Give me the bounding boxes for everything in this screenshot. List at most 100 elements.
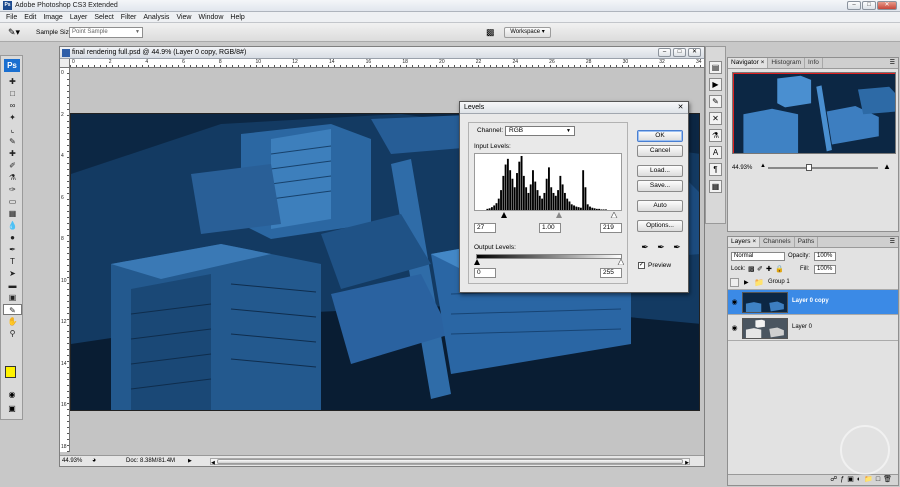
status-info-icon[interactable]: ◕ — [92, 457, 96, 464]
menu-window[interactable]: Window — [198, 14, 223, 21]
document-size[interactable]: Doc: 8.38M/81.4M — [126, 457, 175, 466]
shape-tool-icon[interactable]: ▬ — [3, 280, 22, 291]
pen-tool-icon[interactable]: ✒ — [3, 244, 22, 255]
brushes-panel-icon[interactable]: ✕ — [709, 112, 722, 125]
panel-menu-icon[interactable]: ☰ — [890, 59, 895, 66]
lock-image-icon[interactable]: ✐ — [757, 265, 763, 273]
blend-mode-select[interactable]: Normal — [731, 252, 785, 261]
output-white-handle[interactable] — [617, 259, 624, 265]
horizontal-scroll-thumb[interactable] — [217, 459, 683, 464]
horizontal-scrollbar[interactable]: ◀ ▶ — [210, 458, 690, 466]
type-tool-icon[interactable]: T — [3, 256, 22, 267]
input-gamma-handle[interactable] — [556, 212, 562, 218]
move-tool-icon[interactable]: ✚ — [3, 76, 22, 87]
doc-close-button[interactable]: ✕ — [688, 48, 701, 57]
tool-presets-icon[interactable]: ✎ — [709, 95, 722, 108]
layers-panel-menu-icon[interactable]: ☰ — [890, 238, 895, 245]
tab-info[interactable]: Info — [805, 58, 823, 68]
output-white-field[interactable]: 255 — [600, 268, 622, 278]
lock-transparent-icon[interactable]: ▩ — [748, 265, 755, 273]
actions-panel-icon[interactable]: ▶ — [709, 78, 722, 91]
navigator-preview[interactable] — [732, 72, 896, 154]
menu-image[interactable]: Image — [43, 14, 62, 21]
input-white-handle[interactable] — [610, 212, 618, 218]
lock-position-icon[interactable]: ✚ — [766, 265, 772, 273]
layer-row-group[interactable]: ▶ 📁 Group 1 — [728, 276, 898, 290]
maximize-button[interactable]: □ — [862, 1, 876, 10]
new-group-icon[interactable]: 📁 — [864, 475, 873, 485]
path-selection-tool-icon[interactable]: ➤ — [3, 268, 22, 279]
brush-tool-icon[interactable]: ✐ — [3, 160, 22, 171]
doc-maximize-button[interactable]: □ — [673, 48, 686, 57]
horizontal-ruler[interactable]: 0 2 4 6 8 10 12 14 16 18 20 22 24 26 28 30 32 34 — [70, 59, 704, 68]
crop-tool-icon[interactable]: ⌞ — [3, 124, 22, 135]
navigator-view-box[interactable] — [733, 73, 895, 153]
adjustment-layer-icon[interactable]: ◐ — [857, 475, 861, 485]
menu-help[interactable]: Help — [230, 14, 244, 21]
tab-layers[interactable]: Layers × — [728, 237, 761, 247]
delete-layer-icon[interactable]: 🗑 — [883, 475, 892, 485]
hand-tool-icon[interactable]: ✋ — [3, 316, 22, 327]
screen-mode-icon[interactable]: ▣ — [5, 404, 19, 414]
layer-row[interactable]: ◉ Layer 0 — [728, 316, 898, 341]
marquee-tool-icon[interactable]: □ — [3, 88, 22, 99]
menu-edit[interactable]: Edit — [24, 14, 36, 21]
layer-comps-icon[interactable]: ▦ — [709, 180, 722, 193]
eye-icon[interactable]: ◉ — [730, 298, 739, 307]
tab-paths[interactable]: Paths — [795, 237, 819, 247]
lasso-tool-icon[interactable]: ∞ — [3, 100, 22, 111]
menu-select[interactable]: Select — [94, 14, 113, 21]
history-panel-icon[interactable]: ▤ — [709, 61, 722, 74]
channel-select[interactable]: RGB ▼ — [505, 126, 575, 136]
doc-minimize-button[interactable]: – — [658, 48, 671, 57]
output-black-handle[interactable] — [474, 259, 480, 265]
zoom-tool-icon[interactable]: ⚲ — [3, 328, 22, 339]
save-button[interactable]: Save... — [637, 180, 683, 192]
auto-button[interactable]: Auto — [637, 200, 683, 212]
layer-row-selected[interactable]: ◉ Layer 0 copy — [728, 290, 898, 315]
eraser-tool-icon[interactable]: ▭ — [3, 196, 22, 207]
clone-source-icon[interactable]: ⚗ — [709, 129, 722, 142]
navigator-zoom-knob[interactable] — [806, 164, 812, 171]
notes-tool-icon[interactable]: ▣ — [3, 292, 22, 303]
load-button[interactable]: Load... — [637, 165, 683, 177]
dodge-tool-icon[interactable]: ● — [3, 232, 22, 243]
output-black-field[interactable]: 0 — [474, 268, 496, 278]
gradient-tool-icon[interactable]: ▦ — [3, 208, 22, 219]
gray-point-eyedropper-icon[interactable]: ✒ — [656, 241, 666, 253]
white-point-eyedropper-icon[interactable]: ✒ — [672, 241, 682, 253]
opacity-field[interactable]: 100% — [814, 252, 836, 261]
levels-title-bar[interactable]: Levels ✕ — [460, 102, 688, 114]
navigator-zoom-slider[interactable] — [768, 167, 878, 169]
minimize-button[interactable]: – — [847, 1, 861, 10]
ps-logo-icon[interactable]: Ps — [4, 59, 20, 72]
menu-filter[interactable]: Filter — [121, 14, 137, 21]
menu-file[interactable]: File — [6, 14, 17, 21]
foreground-color-swatch[interactable] — [5, 366, 16, 378]
menu-analysis[interactable]: Analysis — [143, 14, 169, 21]
scroll-right-icon[interactable]: ▶ — [685, 460, 689, 466]
tab-navigator[interactable]: Navigator × — [728, 58, 769, 68]
input-black-handle[interactable] — [501, 212, 507, 218]
close-button[interactable]: ✕ — [877, 1, 897, 10]
bridge-icon[interactable]: ▩ — [486, 27, 499, 38]
zoom-in-icon[interactable]: ▲ — [883, 162, 891, 171]
vertical-ruler[interactable]: 0 2 4 6 8 10 12 14 16 18 — [60, 68, 70, 452]
new-layer-icon[interactable]: □ — [876, 475, 880, 485]
layer-mask-icon[interactable]: ▣ — [847, 475, 854, 485]
character-panel-icon[interactable]: A — [709, 146, 722, 159]
menu-layer[interactable]: Layer — [70, 14, 88, 21]
status-menu-arrow-icon[interactable]: ▶ — [188, 458, 192, 464]
layer-style-icon[interactable]: ƒ — [840, 475, 844, 485]
scroll-left-icon[interactable]: ◀ — [211, 460, 215, 466]
blur-tool-icon[interactable]: 💧 — [3, 220, 22, 231]
levels-close-icon[interactable]: ✕ — [676, 104, 685, 112]
tab-histogram[interactable]: Histogram — [768, 58, 806, 68]
magic-wand-tool-icon[interactable]: ✦ — [3, 112, 22, 123]
expand-triangle-icon[interactable]: ▶ — [744, 279, 749, 286]
eye-icon[interactable]: ◉ — [730, 324, 739, 333]
eyedropper-tool-icon[interactable]: ✎ — [3, 304, 22, 315]
sample-size-select[interactable]: Point Sample ▼ — [69, 27, 143, 38]
workspace-button[interactable]: Workspace ▾ — [504, 27, 551, 38]
lock-all-icon[interactable]: 🔒 — [775, 265, 784, 273]
